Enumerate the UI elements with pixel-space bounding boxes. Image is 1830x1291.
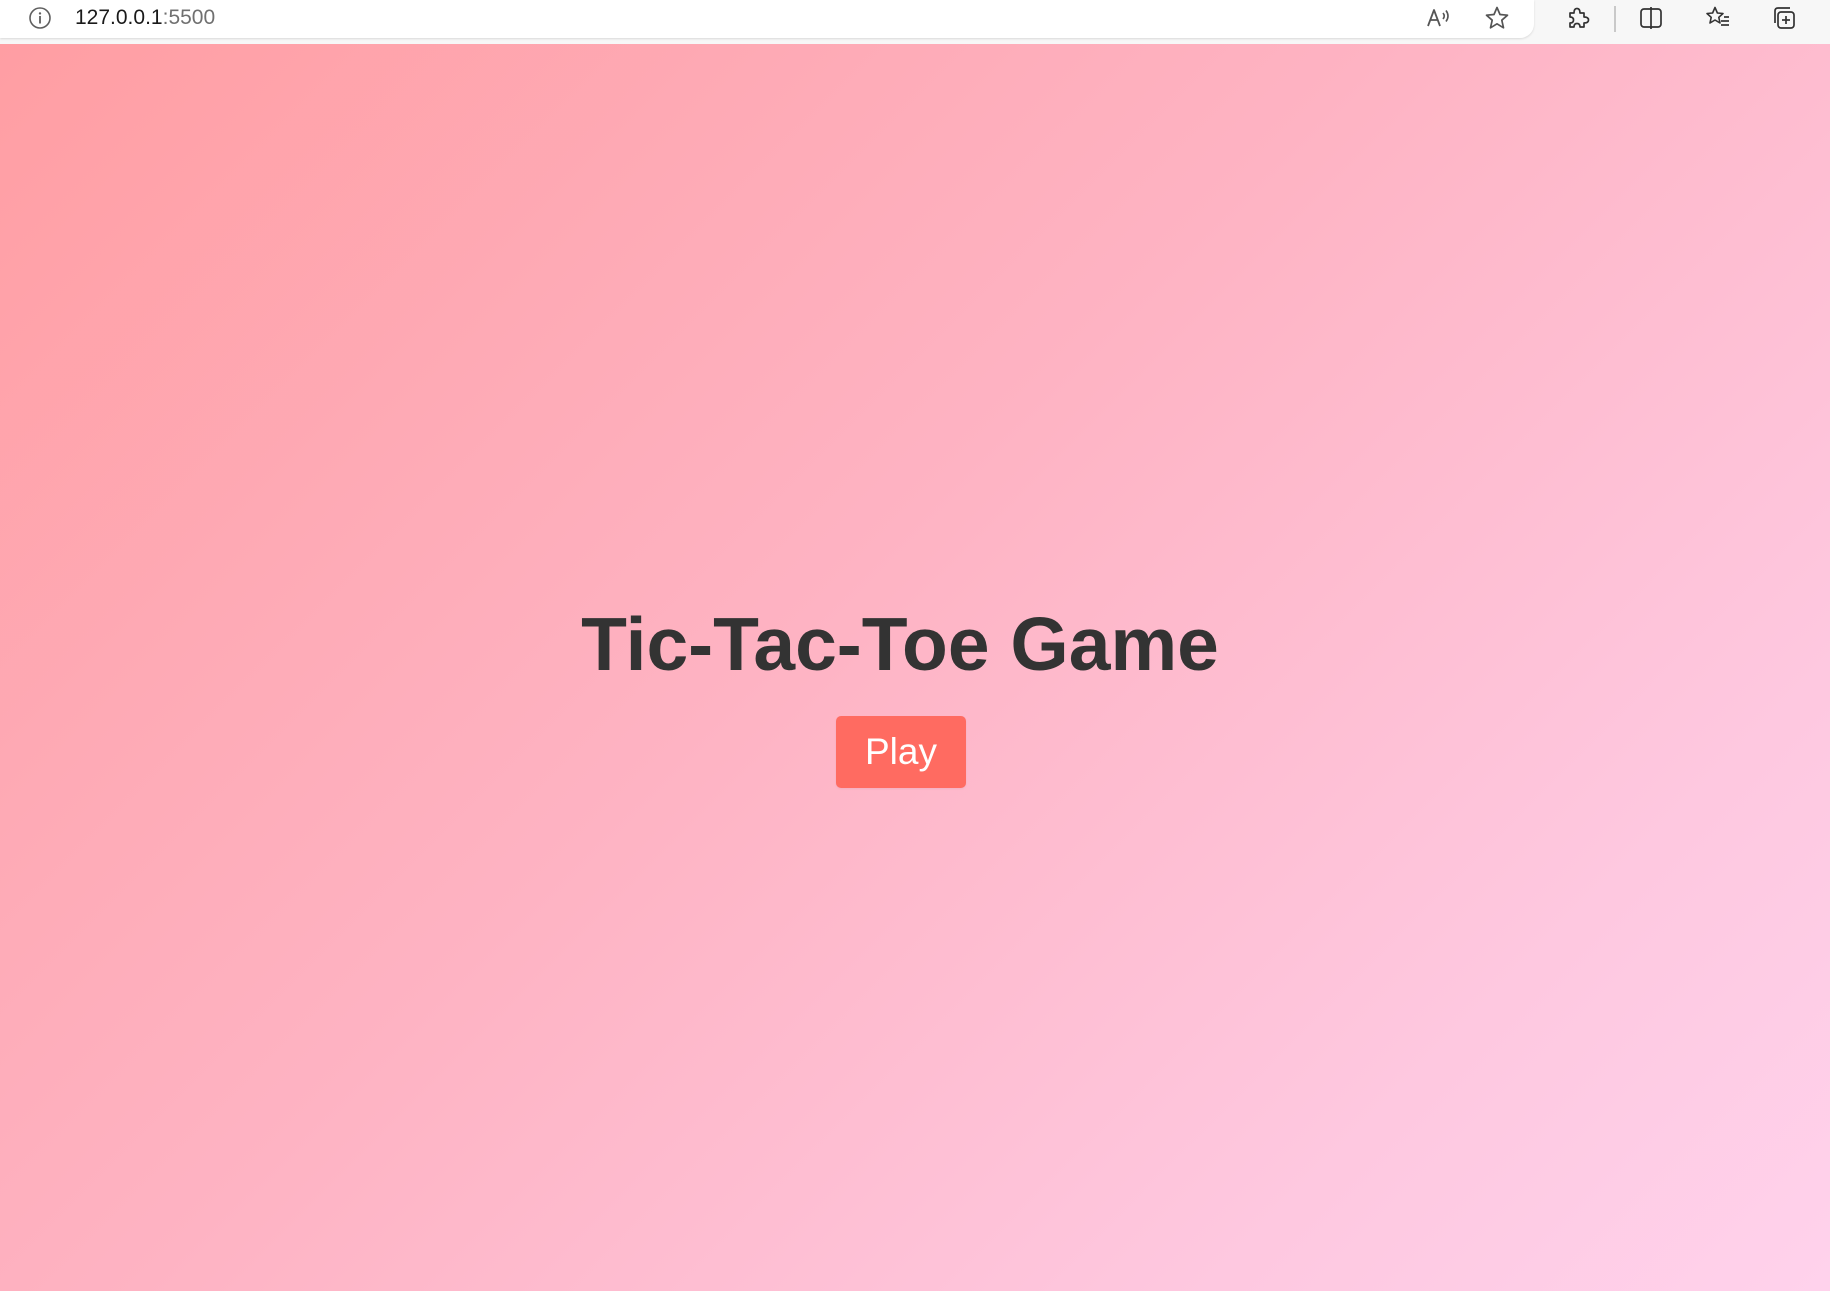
puzzle-icon[interactable]	[1563, 3, 1593, 33]
game-page: Tic-Tac-Toe Game Play	[0, 44, 1830, 1291]
read-aloud-icon[interactable]	[1423, 3, 1453, 33]
play-button[interactable]: Play	[836, 716, 966, 788]
collections-icon[interactable]	[1769, 3, 1799, 33]
page-title: Tic-Tac-Toe Game	[581, 602, 1219, 686]
url-text[interactable]: 127.0.0.1:5500	[75, 5, 215, 31]
star-icon[interactable]	[1482, 3, 1512, 33]
url-host: 127.0.0.1	[75, 6, 163, 29]
browser-toolbar: 127.0.0.1:5500	[0, 0, 1830, 44]
url-port: 5500	[168, 6, 216, 29]
favorites-list-icon[interactable]	[1703, 3, 1733, 33]
split-screen-icon[interactable]	[1636, 3, 1666, 33]
info-icon[interactable]	[28, 6, 52, 30]
toolbar-divider	[1614, 6, 1616, 32]
address-bar[interactable]: 127.0.0.1:5500	[0, 0, 1534, 38]
